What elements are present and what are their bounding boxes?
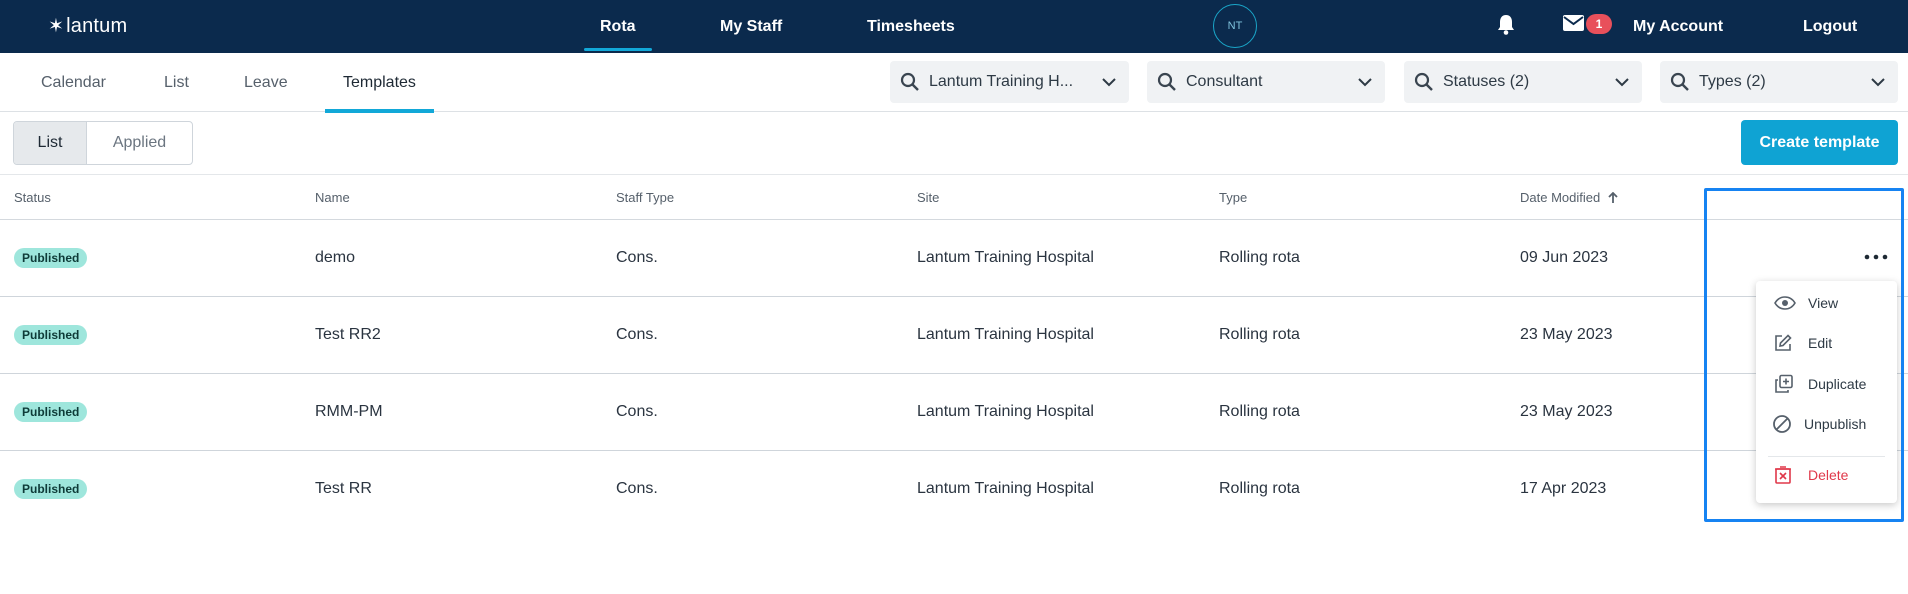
- top-navigation: ✶ lantum Rota My Staff Timesheets NT 1 M…: [0, 0, 1908, 53]
- chevron-down-icon: [1615, 78, 1629, 87]
- lantum-logo[interactable]: ✶ lantum: [48, 13, 127, 39]
- date-modified: 17 Apr 2023: [1520, 480, 1607, 497]
- template-name: RMM-PM: [315, 403, 383, 420]
- column-header-name[interactable]: Name: [315, 175, 350, 220]
- column-header-staff-type[interactable]: Staff Type: [616, 175, 674, 220]
- chevron-down-icon: [1102, 78, 1116, 87]
- table-header: Status Name Staff Type Site Type Date Mo…: [0, 175, 1908, 220]
- rota-type: Rolling rota: [1219, 249, 1300, 266]
- type-filter[interactable]: Types (2): [1660, 61, 1898, 103]
- date-modified: 23 May 2023: [1520, 403, 1613, 420]
- mail-icon[interactable]: [1563, 15, 1584, 31]
- site: Lantum Training Hospital: [917, 480, 1094, 497]
- staff-type-filter-label: Consultant: [1186, 73, 1263, 90]
- logo-star-icon: ✶: [48, 15, 65, 37]
- column-header-date-modified[interactable]: Date Modified: [1520, 175, 1618, 220]
- status-badge: Published: [14, 248, 88, 268]
- search-icon: [1157, 72, 1176, 91]
- chevron-down-icon: [1871, 78, 1885, 87]
- date-modified: 23 May 2023: [1520, 326, 1613, 343]
- site-filter[interactable]: Lantum Training H...: [890, 61, 1129, 103]
- staff-type-filter[interactable]: Consultant: [1147, 61, 1385, 103]
- logout-link[interactable]: Logout: [1803, 0, 1857, 53]
- rota-type: Rolling rota: [1219, 480, 1300, 497]
- date-modified: 09 Jun 2023: [1520, 249, 1609, 266]
- type-filter-label: Types (2): [1699, 73, 1766, 90]
- highlight-frame: [1704, 188, 1904, 522]
- site: Lantum Training Hospital: [917, 326, 1094, 343]
- avatar[interactable]: NT: [1213, 4, 1257, 48]
- template-name: Test RR: [315, 480, 372, 497]
- rota-type: Rolling rota: [1219, 403, 1300, 420]
- table-row[interactable]: Published RMM-PM Cons. Lantum Training H…: [0, 374, 1908, 451]
- search-icon: [900, 72, 919, 91]
- bell-icon[interactable]: [1496, 14, 1516, 36]
- site: Lantum Training Hospital: [917, 403, 1094, 420]
- nav-timesheets[interactable]: Timesheets: [867, 0, 955, 53]
- site: Lantum Training Hospital: [917, 249, 1094, 266]
- column-header-date-modified-label: Date Modified: [1520, 190, 1601, 205]
- view-option-list[interactable]: List: [14, 122, 87, 164]
- nav-rota[interactable]: Rota: [584, 0, 651, 53]
- my-account-link[interactable]: My Account: [1633, 0, 1723, 53]
- status-badge: Published: [14, 402, 88, 422]
- status-badge: Published: [14, 325, 88, 345]
- tab-leave[interactable]: Leave: [244, 53, 288, 112]
- sort-ascending-icon: [1608, 191, 1618, 203]
- staff-type: Cons.: [616, 326, 658, 343]
- search-icon: [1414, 72, 1433, 91]
- staff-type: Cons.: [616, 403, 658, 420]
- sub-navigation: Calendar List Leave Templates Lantum Tra…: [0, 53, 1908, 113]
- status-filter-label: Statuses (2): [1443, 73, 1530, 90]
- create-template-button[interactable]: Create template: [1741, 120, 1898, 165]
- column-header-status[interactable]: Status: [14, 175, 51, 220]
- staff-type: Cons.: [616, 480, 658, 497]
- chevron-down-icon: [1358, 78, 1372, 87]
- mail-count-badge: 1: [1586, 14, 1612, 34]
- tab-templates[interactable]: Templates: [325, 53, 434, 113]
- column-header-type[interactable]: Type: [1219, 175, 1247, 220]
- status-badge: Published: [14, 479, 88, 499]
- tab-calendar[interactable]: Calendar: [41, 53, 106, 112]
- table-row[interactable]: Published demo Cons. Lantum Training Hos…: [0, 220, 1908, 297]
- tab-list[interactable]: List: [164, 53, 189, 112]
- view-toggle: List Applied: [13, 121, 193, 165]
- view-option-applied[interactable]: Applied: [87, 122, 192, 164]
- rota-type: Rolling rota: [1219, 326, 1300, 343]
- status-filter[interactable]: Statuses (2): [1404, 61, 1642, 103]
- nav-my-staff[interactable]: My Staff: [720, 0, 782, 53]
- staff-type: Cons.: [616, 249, 658, 266]
- table-row[interactable]: Published Test RR2 Cons. Lantum Training…: [0, 297, 1908, 374]
- site-filter-label: Lantum Training H...: [929, 73, 1074, 90]
- template-name: Test RR2: [315, 326, 381, 343]
- column-header-site[interactable]: Site: [917, 175, 939, 220]
- search-icon: [1670, 72, 1689, 91]
- table-row[interactable]: Published Test RR Cons. Lantum Training …: [0, 451, 1908, 528]
- logo-text: lantum: [66, 14, 128, 37]
- template-name: demo: [315, 249, 356, 266]
